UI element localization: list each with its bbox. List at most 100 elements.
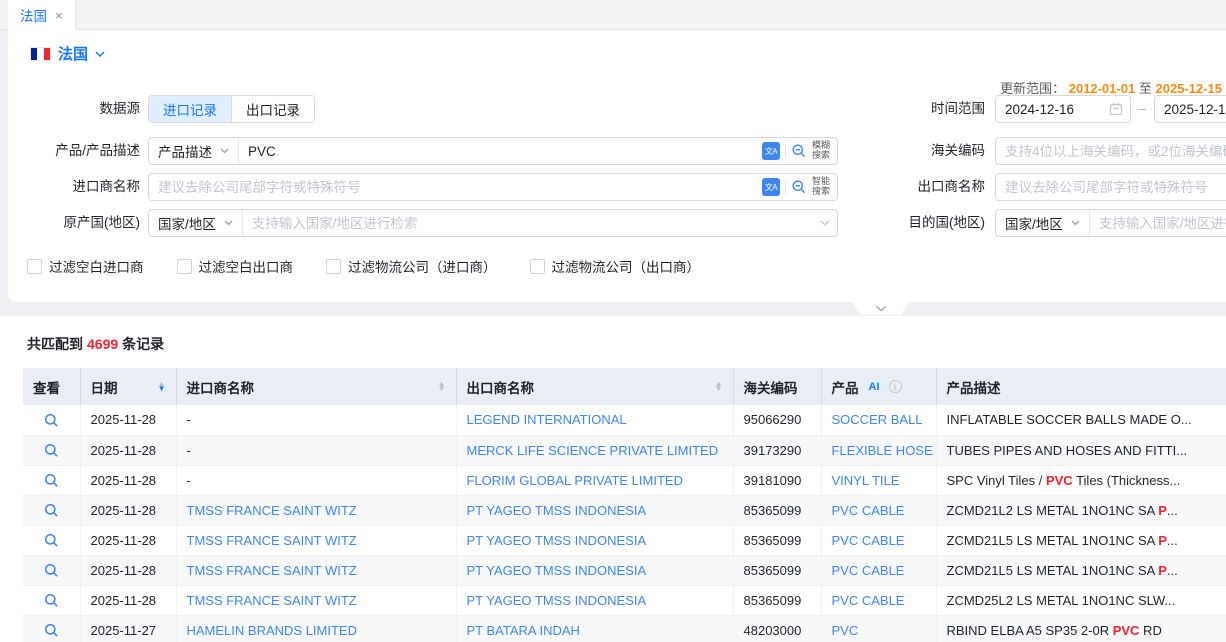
- origin-country-input[interactable]: [243, 210, 820, 236]
- sort-icon-date[interactable]: ▲▼: [152, 382, 166, 391]
- date-start-input[interactable]: [996, 96, 1109, 122]
- destination-country-field: 国家/地区: [995, 209, 1226, 237]
- product-type-select[interactable]: 产品描述: [149, 138, 239, 164]
- product-field: 产品描述 文A 模糊 搜索: [148, 137, 838, 165]
- country-tab[interactable]: 法国 ×: [8, 0, 76, 30]
- view-record-button[interactable]: [44, 473, 59, 488]
- view-cell: [23, 435, 80, 465]
- collapse-panel-button[interactable]: [852, 302, 910, 315]
- row-product[interactable]: SOCCER BALL: [821, 405, 936, 435]
- row-importer[interactable]: TMSS FRANCE SAINT WITZ: [176, 555, 456, 585]
- view-record-button[interactable]: [44, 533, 59, 548]
- sort-icon-exporter[interactable]: ▲▼: [709, 382, 723, 391]
- row-exporter[interactable]: PT YAGEO TMSS INDONESIA: [456, 555, 733, 585]
- table-row: 2025-11-28 TMSS FRANCE SAINT WITZ PT YAG…: [23, 555, 1226, 585]
- checkbox-icon[interactable]: [27, 259, 42, 274]
- row-product[interactable]: PVC CABLE: [821, 555, 936, 585]
- row-date: 2025-11-28: [80, 405, 176, 435]
- row-date: 2025-11-28: [80, 435, 176, 465]
- row-importer[interactable]: TMSS FRANCE SAINT WITZ: [176, 495, 456, 525]
- row-importer: -: [176, 465, 456, 495]
- row-exporter[interactable]: PT YAGEO TMSS INDONESIA: [456, 495, 733, 525]
- data-source-toggle: 进口记录 出口记录: [148, 95, 315, 123]
- row-exporter[interactable]: PT BATARA INDAH: [456, 615, 733, 642]
- view-record-button[interactable]: [44, 563, 59, 578]
- calendar-icon[interactable]: [1109, 102, 1130, 116]
- row-exporter[interactable]: PT YAGEO TMSS INDONESIA: [456, 585, 733, 615]
- row-importer: -: [176, 405, 456, 435]
- table-row: 2025-11-28 - FLORIM GLOBAL PRIVATE LIMIT…: [23, 465, 1226, 495]
- row-hs: 39181090: [733, 465, 821, 495]
- row-product[interactable]: FLEXIBLE HOSE PVC: [821, 435, 936, 465]
- country-selector[interactable]: 法国: [30, 43, 105, 64]
- row-exporter[interactable]: LEGEND INTERNATIONAL: [456, 405, 733, 435]
- smart-search-icon[interactable]: [791, 179, 807, 195]
- checkbox-icon[interactable]: [326, 259, 341, 274]
- view-record-button[interactable]: [44, 623, 59, 638]
- checkbox-icon[interactable]: [177, 259, 192, 274]
- checkbox-icon[interactable]: [530, 259, 545, 274]
- destination-select-value: 国家/地区: [1005, 213, 1063, 233]
- translate-icon[interactable]: 文A: [762, 178, 780, 196]
- view-record-button[interactable]: [44, 443, 59, 458]
- match-count: 4699: [83, 336, 122, 352]
- row-desc: ZCMD21L5 LS METAL 1NO1NC SA P...: [936, 525, 1226, 555]
- row-product[interactable]: PVC CABLE: [821, 585, 936, 615]
- row-exporter[interactable]: MERCK LIFE SCIENCE PRIVATE LIMITED: [456, 435, 733, 465]
- view-cell: [23, 615, 80, 642]
- tab-title: 法国: [20, 5, 47, 25]
- filter-checkbox[interactable]: 过滤空白进口商: [27, 256, 144, 276]
- info-icon[interactable]: i: [889, 380, 902, 393]
- row-date: 2025-11-28: [80, 465, 176, 495]
- view-cell: [23, 585, 80, 615]
- column-importer: 进口商名称 ▲▼: [176, 368, 456, 405]
- hs-code-field[interactable]: [995, 137, 1226, 165]
- hs-code-input[interactable]: [996, 138, 1226, 164]
- filter-checkbox[interactable]: 过滤空白出口商: [177, 256, 294, 276]
- destination-region-select[interactable]: 国家/地区: [996, 210, 1090, 236]
- translate-icon[interactable]: 文A: [762, 142, 780, 160]
- ai-badge: AI: [865, 380, 884, 394]
- date-start-field[interactable]: [995, 95, 1131, 123]
- row-desc: ZCMD21L2 LS METAL 1NO1NC SA P...: [936, 495, 1226, 525]
- row-product[interactable]: PVC: [821, 615, 936, 642]
- view-record-button[interactable]: [44, 413, 59, 428]
- export-records-tab[interactable]: 出口记录: [231, 96, 314, 122]
- destination-country-input[interactable]: [1090, 210, 1226, 236]
- divider: [785, 144, 786, 158]
- row-hs: 48203000: [733, 615, 821, 642]
- row-date: 2025-11-28: [80, 585, 176, 615]
- time-range-label: 时间范围: [828, 95, 985, 123]
- filter-checkbox[interactable]: 过滤物流公司（出口商）: [530, 256, 701, 276]
- row-exporter[interactable]: PT YAGEO TMSS INDONESIA: [456, 525, 733, 555]
- sort-icon-importer[interactable]: ▲▼: [432, 382, 446, 391]
- hs-code-label: 海关编码: [828, 137, 985, 165]
- results-summary: 共匹配到4699条记录: [27, 334, 164, 354]
- fuzzy-search-icon[interactable]: [791, 143, 807, 159]
- row-product[interactable]: PVC CABLE: [821, 525, 936, 555]
- close-icon[interactable]: ×: [55, 8, 63, 23]
- column-hs-code: 海关编码: [733, 368, 821, 405]
- view-record-button[interactable]: [44, 503, 59, 518]
- row-importer[interactable]: TMSS FRANCE SAINT WITZ: [176, 525, 456, 555]
- country-name: 法国: [58, 43, 88, 64]
- row-date: 2025-11-27: [80, 615, 176, 642]
- product-search-input[interactable]: [239, 138, 762, 164]
- product-label: 产品/产品描述: [8, 137, 140, 165]
- row-exporter[interactable]: FLORIM GLOBAL PRIVATE LIMITED: [456, 465, 733, 495]
- view-record-button[interactable]: [44, 593, 59, 608]
- date-end-field[interactable]: [1154, 95, 1226, 123]
- filter-checkbox[interactable]: 过滤物流公司（进口商）: [326, 256, 497, 276]
- row-importer[interactable]: TMSS FRANCE SAINT WITZ: [176, 585, 456, 615]
- importer-input[interactable]: [149, 174, 762, 200]
- origin-region-select[interactable]: 国家/地区: [149, 210, 243, 236]
- row-product[interactable]: PVC CABLE: [821, 495, 936, 525]
- date-end-input[interactable]: [1155, 96, 1226, 122]
- exporter-field[interactable]: [995, 173, 1226, 201]
- row-product[interactable]: VINYL TILE: [821, 465, 936, 495]
- import-records-tab[interactable]: 进口记录: [149, 96, 231, 122]
- row-importer[interactable]: HAMELIN BRANDS LIMITED: [176, 615, 456, 642]
- checkbox-label: 过滤物流公司（进口商）: [348, 256, 497, 276]
- table-body: 2025-11-28 - LEGEND INTERNATIONAL 950662…: [23, 405, 1226, 642]
- exporter-input[interactable]: [996, 174, 1226, 200]
